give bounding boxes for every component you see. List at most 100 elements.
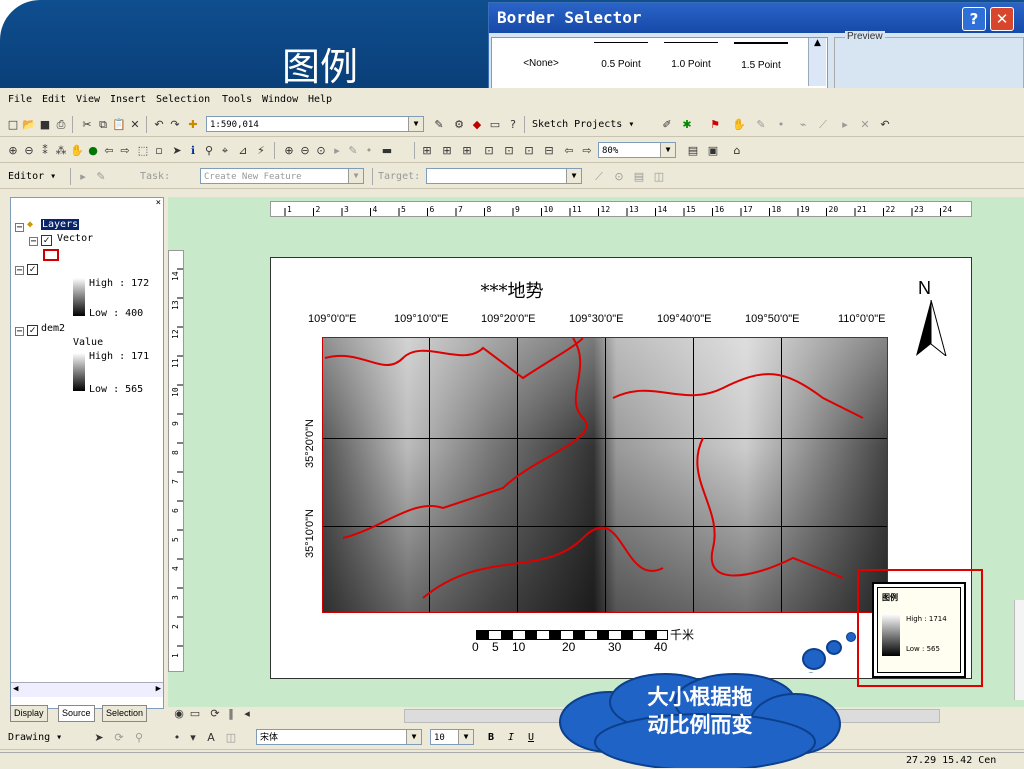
menu-insert[interactable]: Insert — [110, 94, 146, 105]
open-icon[interactable]: 📂 — [22, 118, 36, 132]
menu-selection[interactable]: Selection — [156, 94, 210, 105]
save-icon[interactable]: ■ — [38, 118, 52, 132]
zoom-100-icon[interactable]: ⊟ — [542, 144, 556, 158]
close-button[interactable]: ✕ — [990, 7, 1014, 31]
scroll-left-icon[interactable]: ◀ — [13, 684, 18, 694]
collapse-icon[interactable]: − — [15, 223, 24, 233]
cut-icon[interactable]: ✂ — [80, 118, 94, 132]
pan-icon[interactable]: ✋ — [732, 118, 746, 132]
redo-icon[interactable]: ↷ — [168, 118, 182, 132]
editor-menu[interactable]: Editor ▾ — [8, 171, 56, 182]
menu-tools[interactable]: Tools — [222, 94, 252, 105]
go-to-xy-icon[interactable]: ⌖ — [218, 144, 232, 158]
marker-icon[interactable]: • — [170, 731, 184, 745]
view-v-scrollbar[interactable] — [1014, 600, 1024, 700]
select-elements-icon[interactable]: ➤ — [170, 144, 184, 158]
tab-display[interactable]: Display — [10, 705, 48, 722]
collapse-icon[interactable]: − — [15, 266, 24, 276]
back-icon[interactable]: ⇦ — [102, 144, 116, 158]
map-scale-combo[interactable]: 1:590,014 ▼ — [206, 116, 424, 132]
page-back-icon[interactable]: ⇦ — [562, 144, 576, 158]
zoom-percent-combo[interactable]: 80% ▼ — [598, 142, 676, 158]
menu-file[interactable]: File — [8, 94, 32, 105]
list-scrollbar[interactable]: ▲ — [808, 38, 826, 86]
dropdown-icon[interactable]: ▼ — [660, 143, 675, 157]
dropdown-icon[interactable]: ▼ — [408, 117, 423, 131]
layout-view-icon[interactable]: ▭ — [188, 707, 202, 721]
drawing-menu[interactable]: Drawing ▾ — [8, 732, 62, 743]
menu-help[interactable]: Help — [308, 94, 332, 105]
select-features-icon[interactable]: ⬚ — [136, 144, 150, 158]
identify-icon[interactable]: ℹ — [186, 144, 200, 158]
full-extent-icon[interactable]: ● — [86, 144, 100, 158]
map-frame[interactable] — [322, 337, 888, 613]
refresh-icon[interactable]: ⟳ — [208, 707, 222, 721]
copy-icon[interactable]: ⧉ — [96, 118, 110, 132]
legend-box[interactable]: 图例 High : 1714 Low : 565 — [872, 582, 966, 678]
zoom-in-icon[interactable]: ⊕ — [6, 144, 20, 158]
dialog-title-bar[interactable]: Border Selector ? ✕ — [489, 3, 1024, 33]
border-option-0-5[interactable]: 0.5 Point — [586, 42, 656, 70]
layer2-checkbox[interactable]: ✓ — [27, 264, 38, 275]
page-forward-icon[interactable]: ⇨ — [580, 144, 594, 158]
help-button[interactable]: ? — [962, 7, 986, 31]
close-toc-icon[interactable]: × — [156, 198, 161, 208]
sketch-icon[interactable]: ✐ — [660, 118, 674, 132]
dropdown-icon[interactable]: ▼ — [458, 730, 473, 744]
tab-source[interactable]: Source — [58, 705, 95, 722]
scroll-up-icon[interactable]: ▲ — [809, 38, 826, 48]
layers-root[interactable]: Layers — [41, 219, 80, 230]
toggle-draft-icon[interactable]: ▤ — [686, 144, 700, 158]
fixed-page-out-icon[interactable]: ⊡ — [502, 144, 516, 158]
arccatalog-icon[interactable]: ◆ — [470, 118, 484, 132]
north-arrow-icon[interactable] — [914, 299, 948, 359]
georef-icon[interactable]: ✱ — [680, 118, 694, 132]
collapse-icon[interactable]: − — [29, 237, 38, 247]
select-elements-icon[interactable]: ➤ — [92, 731, 106, 745]
zoom-out-icon[interactable]: ⊖ — [22, 144, 36, 158]
border-option-1-0[interactable]: 1.0 Point — [656, 42, 726, 70]
underline-button[interactable]: U — [528, 732, 534, 743]
measure-icon[interactable]: ⊿ — [236, 144, 250, 158]
border-option-none[interactable]: <None> — [506, 42, 576, 69]
layer-vector[interactable]: Vector — [57, 233, 93, 244]
delete-icon[interactable]: ✕ — [128, 118, 142, 132]
zoom-page-out-icon[interactable]: ⊞ — [460, 144, 474, 158]
command-line-icon[interactable]: ▭ — [488, 118, 502, 132]
toc-h-scrollbar[interactable]: ◀ ▶ — [11, 682, 163, 697]
italic-button[interactable]: I — [508, 732, 514, 743]
zoom-page-in-icon[interactable]: ⊞ — [440, 144, 454, 158]
fixed-zoom-in-icon[interactable]: ⁑ — [38, 144, 52, 158]
bold-button[interactable]: B — [488, 732, 494, 743]
change-layout-icon[interactable]: ⌂ — [730, 144, 744, 158]
menu-window[interactable]: Window — [262, 94, 298, 105]
layer-dem2[interactable]: dem2 — [41, 323, 65, 334]
layout-zoom-out-icon[interactable]: ⊖ — [298, 144, 312, 158]
text-tool-icon[interactable]: A — [204, 731, 218, 745]
hyperlink-icon[interactable]: ⚡ — [254, 144, 268, 158]
border-option-1-5[interactable]: 1.5 Point — [726, 42, 796, 71]
undo-icon[interactable]: ↶ — [152, 118, 166, 132]
fixed-zoom-out-icon[interactable]: ⁂ — [54, 144, 68, 158]
data-view-icon[interactable]: ◉ — [172, 707, 186, 721]
collapse-icon[interactable]: − — [15, 327, 24, 337]
scroll-right-icon[interactable]: ▶ — [156, 684, 161, 694]
dem2-checkbox[interactable]: ✓ — [27, 325, 38, 336]
page-extent-icon[interactable]: ⊡ — [522, 144, 536, 158]
editor-toolbar-icon[interactable]: ✎ — [432, 118, 446, 132]
add-data-icon[interactable]: ✚ — [186, 118, 200, 132]
dropdown-icon[interactable]: ▼ — [406, 730, 421, 744]
pause-icon[interactable]: ‖ — [224, 707, 238, 721]
font-size-combo[interactable]: 10 ▼ — [430, 729, 474, 745]
scale-bar[interactable] — [476, 630, 668, 640]
layout-zoom-icon[interactable]: ⊙ — [314, 144, 328, 158]
menu-view[interactable]: View — [76, 94, 100, 105]
fixed-page-in-icon[interactable]: ⊡ — [482, 144, 496, 158]
paste-icon[interactable]: 📋 — [112, 118, 126, 132]
sketch-projects-button[interactable]: Sketch Projects ▾ — [532, 119, 634, 130]
flag-icon[interactable]: ⚑ — [708, 118, 722, 132]
zoom-whole-page-icon[interactable]: ⊞ — [420, 144, 434, 158]
scroll-left-icon[interactable]: ◂ — [240, 707, 254, 721]
whats-this-icon[interactable]: ? — [506, 118, 520, 132]
clear-selection-icon[interactable]: ▫ — [152, 144, 166, 158]
